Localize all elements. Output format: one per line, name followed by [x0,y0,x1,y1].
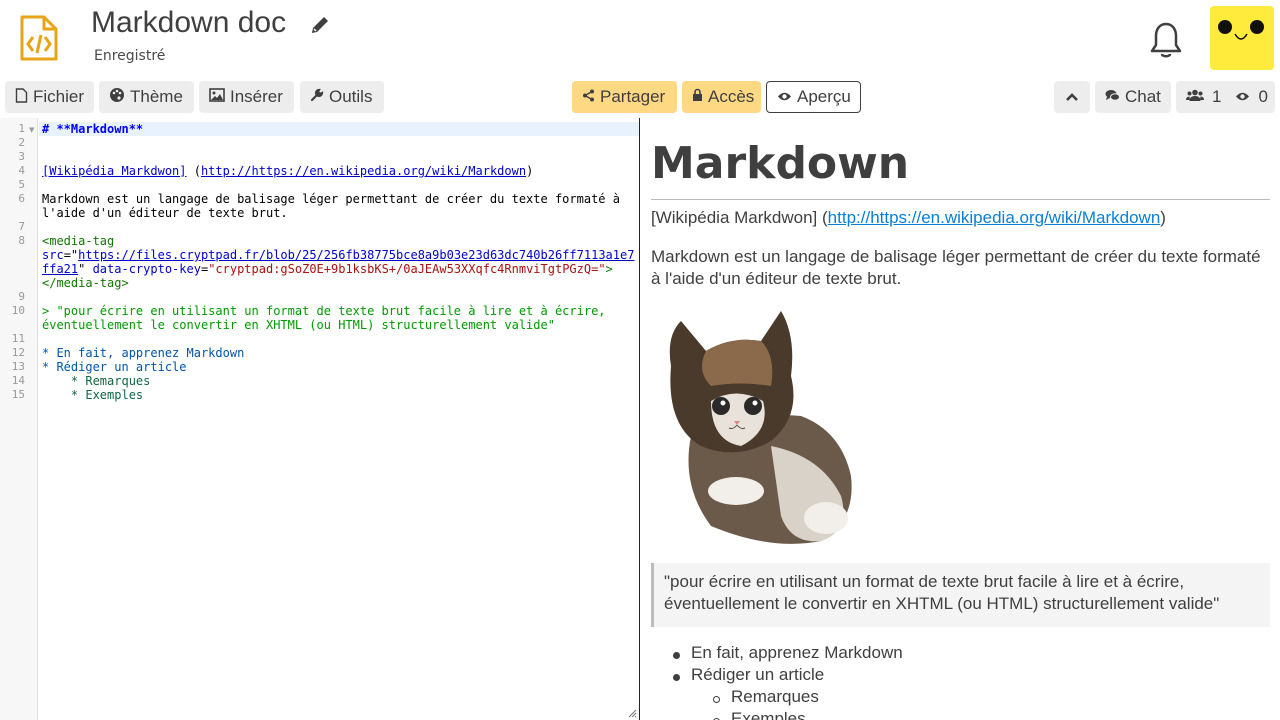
code-line: * Exemples [42,388,144,402]
chevron-up-icon [1066,93,1078,101]
code-file-icon [20,15,58,61]
code-attr: data-crypto-key [92,262,201,276]
theme-menu-button[interactable]: Thème [99,81,194,113]
code-line: > "pour écrire en utilisant un format de… [42,304,606,318]
share-icon [582,89,595,106]
code-link-text: [Wikipédia Markdwon] [42,164,187,178]
line-number: 1 [18,122,25,135]
code-line: Markdown est un langage de balisage lége… [42,192,620,206]
markdown-editor[interactable]: 1 ▼ 2 3 4 5 6 7 8 9 10 11 12 13 14 15 # … [0,118,640,720]
code-line: * Remarques [42,374,151,388]
bell-icon[interactable] [1148,20,1184,60]
preview-wiki-text: [Wikipédia Markdwon] ( [651,208,828,227]
code-url: http://https://en.wikipedia.org/wiki/Mar… [200,164,527,178]
preview-wiki-line: [Wikipédia Markdwon] (http://https://en.… [651,208,1166,228]
line-number: 9 [18,290,25,303]
line-number: 15 [11,388,25,401]
line-number: 14 [11,374,25,387]
comments-icon [1105,89,1120,106]
lock-icon [692,88,703,106]
code-line: src="https://files.cryptpad.fr/blob/25/2… [42,248,635,262]
code-line: ffa21" data-crypto-key="cryptpad:gSoZ0E+… [42,262,613,276]
preview-heading: Markdown [651,138,910,189]
chat-label: Chat [1125,87,1161,106]
code-line: * En fait, apprenez Markdown [42,346,245,360]
collapse-toolbar-button[interactable] [1054,81,1090,113]
share-label: Partager [600,87,666,106]
bullet-icon [673,652,680,659]
fold-arrow-icon[interactable]: ▼ [29,126,34,134]
list-item: Rédiger un article [691,665,825,684]
line-number: 8 [18,234,25,247]
line-number: 12 [11,346,25,359]
markdown-preview: Markdown [Wikipédia Markdwon] (http://ht… [641,118,1280,720]
line-number: 3 [18,150,25,163]
document-title[interactable]: Markdown doc [91,6,286,40]
heading-divider [651,199,1270,200]
list-item: Remarques [731,687,819,706]
tools-menu-button[interactable]: Outils [300,81,384,113]
line-number: 10 [11,304,25,317]
bullet-icon [673,674,680,681]
avatar-face-icon [1218,20,1264,40]
line-number: 11 [11,332,25,345]
circle-bullet-icon [713,696,720,703]
pencil-icon[interactable] [309,14,331,36]
theme-menu-label: Thème [130,87,183,106]
code-line: éventuellement le convertir en XHTML (ou… [42,318,555,332]
line-number: 13 [11,360,25,373]
line-number-gutter: 1 ▼ 2 3 4 5 6 7 8 9 10 11 12 13 14 15 [0,118,38,720]
users-icon [1186,89,1204,106]
wrench-icon [310,88,324,106]
insert-menu-label: Insérer [230,87,283,106]
line-number: 6 [18,192,25,205]
code-url: https://files.cryptpad.fr/blob/25/256fb3… [78,248,635,262]
viewers-count: 0 [1258,87,1268,106]
access-button[interactable]: Accès [682,81,761,113]
preview-paragraph: Markdown est un langage de balisage lége… [651,247,1261,288]
image-icon [209,88,225,106]
insert-menu-button[interactable]: Insérer [199,81,294,113]
line-number: 2 [18,136,25,149]
code-line: l'aide d'un éditeur de texte brut. [42,206,288,220]
eye-icon [1235,89,1250,106]
code-url: ffa21 [42,262,79,276]
code-line: * Rédiger un article [42,360,187,374]
kitten-image [669,311,852,544]
code-line: [Wikipédia Markdwon] (http://https://en.… [42,164,534,178]
preview-wiki-link[interactable]: http://https://en.wikipedia.org/wiki/Mar… [828,208,1161,227]
preview-toggle-button[interactable]: Aperçu [766,81,861,113]
file-menu-button[interactable]: Fichier [5,81,94,113]
tools-menu-label: Outils [329,87,373,106]
line-number: 7 [18,220,25,233]
code-line: <media-tag [42,234,115,248]
eye-icon [777,89,792,106]
code-line: # **Markdown** [42,122,144,136]
list-item: En fait, apprenez Markdown [691,643,903,662]
code-attr: src [42,248,64,262]
preview-label: Aperçu [797,87,851,106]
line-number: 5 [18,178,25,191]
chat-button[interactable]: Chat [1095,81,1171,113]
share-button[interactable]: Partager [572,81,677,113]
header: Markdown doc Enregistré [0,0,1280,78]
file-icon [15,87,28,107]
list-item: Exemples [731,709,806,720]
resize-handle-icon[interactable] [627,708,637,718]
file-menu-label: Fichier [33,87,85,106]
avatar[interactable] [1210,6,1274,70]
code-string: "cryptpad:gSoZ0E+9b1ksbKS+/0aJEAw53XXqfc… [208,262,606,276]
save-status: Enregistré [94,48,166,64]
line-number: 4 [18,164,25,177]
access-label: Accès [708,87,755,106]
users-count: 1 [1212,87,1222,106]
users-viewers-button[interactable]: 1 0 [1176,81,1275,113]
preview-wiki-close: ) [1160,208,1166,227]
code-line: </media-tag> [42,276,129,290]
palette-icon [109,87,125,107]
preview-blockquote: "pour écrire en utilisant un format de t… [651,563,1270,627]
